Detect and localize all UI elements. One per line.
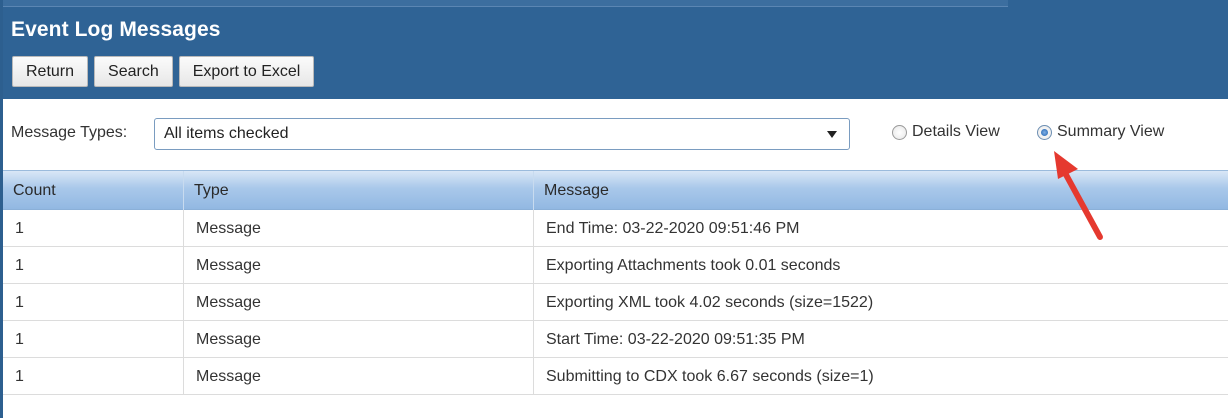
return-button[interactable]: Return: [12, 56, 89, 87]
message-types-label: Message Types:: [11, 124, 128, 141]
filter-row: Message Types: All items checked Details…: [11, 116, 1228, 152]
message-cell: End Time: 03-22-2020 09:51:46 PM: [533, 210, 1228, 246]
count-cell: 1: [15, 220, 24, 237]
grid-header: Count Type Message: [3, 170, 1228, 211]
message-cell: Exporting XML took 4.02 seconds (size=15…: [533, 284, 1228, 320]
type-cell: Message: [183, 247, 533, 283]
column-header-count[interactable]: Count: [3, 171, 183, 211]
summary-view-label: Summary View: [1057, 123, 1165, 140]
summary-view-radio[interactable]: [1037, 124, 1052, 140]
table-row[interactable]: 1 Message Start Time: 03-22-2020 09:51:3…: [3, 321, 1228, 358]
details-view-label: Details View: [912, 123, 1000, 140]
toolbar: Return Search Export to Excel: [12, 56, 315, 87]
type-cell: Message: [183, 284, 533, 320]
search-button[interactable]: Search: [94, 56, 173, 87]
message-types-dropdown[interactable]: All items checked: [154, 118, 850, 150]
message-cell: Exporting Attachments took 0.01 seconds: [533, 247, 1228, 283]
type-cell: Message: [183, 210, 533, 246]
details-view-option[interactable]: Details View: [892, 123, 1000, 141]
column-header-message[interactable]: Message: [533, 171, 1228, 211]
summary-view-option[interactable]: Summary View: [1037, 123, 1164, 141]
column-header-type[interactable]: Type: [183, 171, 533, 211]
message-types-value: All items checked: [164, 125, 289, 142]
chevron-down-icon[interactable]: [827, 131, 837, 138]
table-row[interactable]: 1 Message Exporting XML took 4.02 second…: [3, 284, 1228, 321]
count-cell: 1: [15, 331, 24, 348]
table-row[interactable]: 1 Message End Time: 03-22-2020 09:51:46 …: [3, 210, 1228, 247]
red-arrow-icon: [1054, 151, 1103, 240]
table-row[interactable]: 1 Message Submitting to CDX took 6.67 se…: [3, 358, 1228, 395]
event-log-grid: Count Type Message 1 Message End Time: 0…: [3, 170, 1228, 395]
page-title: Event Log Messages: [11, 18, 221, 41]
message-cell: Start Time: 03-22-2020 09:51:35 PM: [533, 321, 1228, 357]
export-to-excel-button[interactable]: Export to Excel: [178, 56, 315, 87]
details-view-radio[interactable]: [892, 124, 907, 140]
count-cell: 1: [15, 257, 24, 274]
count-cell: 1: [15, 294, 24, 311]
type-cell: Message: [183, 358, 533, 394]
event-log-window: Event Log Messages Return Search Export …: [0, 0, 1228, 418]
page-header: Event Log Messages Return Search Export …: [3, 0, 1228, 99]
message-cell: Submitting to CDX took 6.67 seconds (siz…: [533, 358, 1228, 394]
count-cell: 1: [15, 368, 24, 385]
header-top-strip: [3, 0, 1008, 7]
type-cell: Message: [183, 321, 533, 357]
table-row[interactable]: 1 Message Exporting Attachments took 0.0…: [3, 247, 1228, 284]
